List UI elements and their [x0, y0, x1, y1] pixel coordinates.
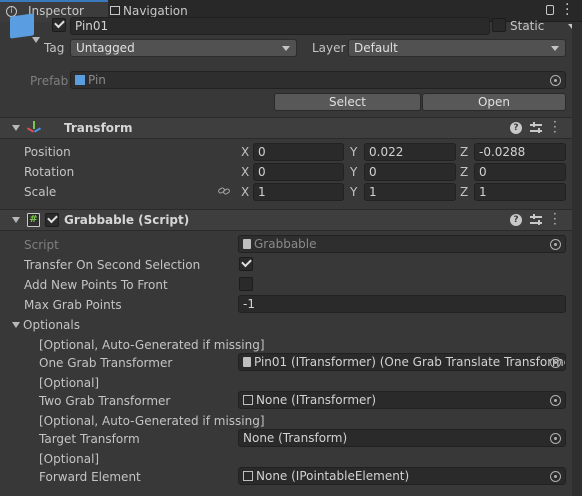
position-z-field[interactable]: -0.0288: [474, 143, 566, 161]
prefab-label: Prefab: [30, 74, 69, 88]
presets-icon[interactable]: [530, 122, 542, 134]
add-points-checkbox[interactable]: [239, 277, 253, 291]
two-grab-label: Two Grab Transformer: [39, 394, 171, 408]
forward-label: Forward Element: [39, 470, 141, 484]
object-picker-icon[interactable]: [550, 75, 561, 86]
gameobject-cube-icon: [10, 13, 34, 39]
script-field[interactable]: Grabbable: [238, 235, 566, 253]
rotation-x-label: X: [241, 165, 250, 179]
transform-icon: [26, 121, 42, 135]
script-label: Script: [24, 238, 59, 252]
scale-z-field[interactable]: 1: [474, 183, 566, 201]
layer-label: Layer: [312, 41, 346, 55]
script-file-icon: [243, 239, 251, 249]
one-grab-header: [Optional, Auto-Generated if missing]: [39, 338, 265, 352]
scale-x-label: X: [241, 185, 250, 199]
scale-y-label: Y: [350, 185, 358, 199]
transfer-label: Transfer On Second Selection: [24, 258, 201, 272]
object-picker-icon[interactable]: [550, 239, 561, 250]
scale-link-icon[interactable]: [217, 186, 231, 196]
position-y-field[interactable]: 0.022: [364, 143, 456, 161]
max-points-label: Max Grab Points: [24, 298, 122, 312]
prefab-icon: [75, 75, 85, 85]
rotation-label: Rotation: [24, 165, 75, 179]
grabbable-title: Grabbable (Script): [64, 213, 190, 227]
two-grab-header: [Optional]: [39, 376, 100, 390]
forward-header: [Optional]: [39, 452, 100, 466]
position-label: Position: [24, 145, 71, 159]
rotation-z-field[interactable]: 0: [474, 163, 566, 181]
tag-select[interactable]: Untagged: [70, 39, 297, 57]
rotation-z-label: Z: [460, 165, 469, 179]
help-icon[interactable]: ?: [510, 214, 522, 226]
context-menu-icon[interactable]: · · ·: [553, 208, 557, 230]
add-points-label: Add New Points To Front: [24, 278, 168, 292]
object-picker-icon[interactable]: [550, 395, 561, 406]
foldout-arrow-icon[interactable]: [12, 217, 20, 223]
target-header: [Optional, Auto-Generated if missing]: [39, 414, 265, 428]
tag-label: Tag: [44, 41, 65, 55]
position-y-label: Y: [350, 145, 358, 159]
target-field[interactable]: None (Transform): [238, 429, 566, 447]
scale-y-field[interactable]: 1: [364, 183, 456, 201]
one-grab-field[interactable]: Pin01 (ITransformer) (One Grab Translate…: [238, 353, 566, 371]
forward-field[interactable]: None (IPointableElement): [238, 467, 566, 485]
static-checkbox[interactable]: [492, 18, 506, 32]
grabbable-enabled-checkbox[interactable]: [45, 212, 59, 227]
context-menu-icon[interactable]: · · ·: [553, 116, 557, 138]
optionals-label: Optionals: [23, 318, 80, 332]
two-grab-field[interactable]: None (ITransformer): [238, 391, 566, 409]
rotation-y-field[interactable]: 0: [364, 163, 456, 181]
grabbable-header[interactable]: # Grabbable (Script) ? · · ·: [0, 208, 582, 231]
position-z-label: Z: [460, 145, 469, 159]
rotation-y-label: Y: [350, 165, 358, 179]
lock-icon[interactable]: [546, 5, 554, 15]
help-icon[interactable]: ?: [510, 122, 522, 134]
open-button[interactable]: Open: [422, 93, 566, 111]
foldout-arrow-icon[interactable]: [12, 125, 20, 131]
position-x-label: X: [241, 145, 250, 159]
object-picker-icon[interactable]: [550, 433, 561, 444]
interface-cube-icon: [243, 395, 253, 405]
one-grab-label: One Grab Transformer: [39, 356, 173, 370]
transfer-checkbox[interactable]: [239, 256, 253, 271]
object-name-field[interactable]: Pin01: [70, 17, 490, 35]
optionals-foldout-icon[interactable]: [12, 322, 20, 328]
scrollbar[interactable]: [572, 22, 582, 496]
prefab-field[interactable]: Pin: [70, 71, 566, 89]
max-points-field[interactable]: -1: [238, 295, 566, 313]
interface-cube-icon: [243, 471, 253, 481]
scale-z-label: Z: [460, 185, 469, 199]
rotation-x-field[interactable]: 0: [253, 163, 344, 181]
navigation-icon: [110, 6, 120, 15]
select-button[interactable]: Select: [274, 93, 421, 111]
static-label: Static: [510, 19, 545, 33]
icon-dropdown-arrow-icon[interactable]: [32, 37, 40, 43]
script-file-icon: [243, 357, 251, 367]
transform-header[interactable]: Transform ? · · ·: [0, 116, 582, 139]
layer-select[interactable]: Default: [348, 39, 566, 57]
script-icon: #: [27, 213, 40, 227]
presets-icon[interactable]: [530, 214, 542, 226]
object-picker-icon[interactable]: [550, 471, 561, 482]
target-label: Target Transform: [39, 432, 140, 446]
scale-label: Scale: [24, 185, 57, 199]
more-menu-icon[interactable]: · · ·: [565, 0, 569, 22]
scale-x-field[interactable]: 1: [253, 183, 344, 201]
active-checkbox[interactable]: [52, 17, 66, 32]
object-picker-icon[interactable]: [550, 357, 561, 368]
transform-title: Transform: [64, 121, 133, 135]
position-x-field[interactable]: 0: [253, 143, 344, 161]
